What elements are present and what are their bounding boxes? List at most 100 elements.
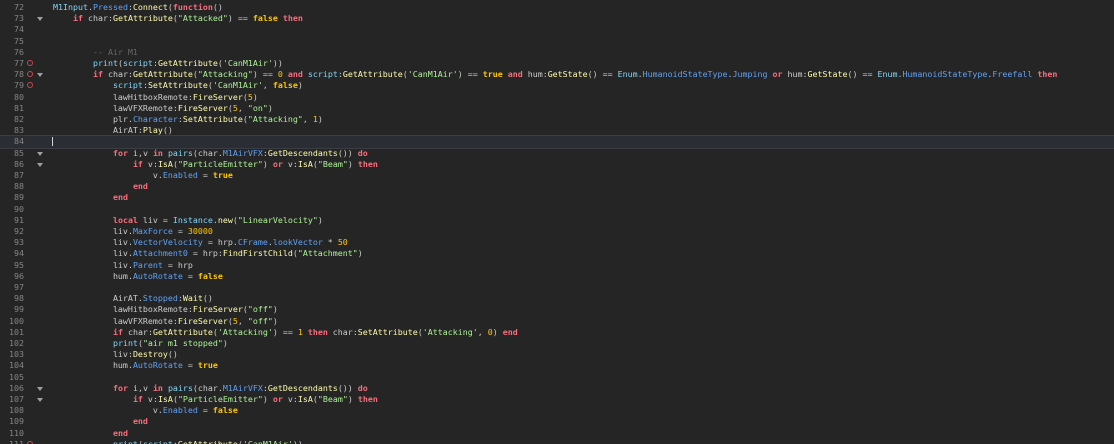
- code-token: FireServer: [192, 304, 243, 315]
- code-line[interactable]: 108 v.Enabled = false: [0, 405, 1114, 416]
- code-line[interactable]: 95 liv.Parent = hrp: [0, 260, 1114, 271]
- code-token: or: [272, 394, 283, 404]
- code-line[interactable]: 76 -- Air M1: [0, 47, 1114, 58]
- code-line[interactable]: 82 plr.Character:SetAttribute("Attacking…: [0, 114, 1114, 125]
- breakpoint-icon[interactable]: [27, 71, 33, 78]
- line-number: 92: [14, 226, 24, 236]
- code-line[interactable]: 98 AirAT.Stopped:Wait(): [0, 293, 1114, 304]
- code-token: ) ==: [457, 69, 483, 80]
- code-line[interactable]: 85 for i,v in pairs(char.M1AirVFX:GetDes…: [0, 148, 1114, 159]
- code-token: 50: [337, 237, 348, 248]
- line-number: 77: [14, 58, 24, 68]
- code-token: -- Air M1: [92, 46, 138, 57]
- code-line[interactable]: 96 hum.AutoRotate = false: [0, 271, 1114, 282]
- code-token: lawVFXRemote: [53, 102, 173, 113]
- code-token: lawHitboxRemote: [53, 304, 188, 315]
- code-token: and: [507, 69, 523, 80]
- code-line[interactable]: 88 end: [0, 181, 1114, 192]
- code-line[interactable]: 80 lawHitboxRemote:FireServer(5): [0, 92, 1114, 103]
- code-line[interactable]: 90: [0, 204, 1114, 215]
- code-token: 'CanM1Air': [212, 80, 263, 91]
- code-token: ): [262, 158, 273, 169]
- code-line[interactable]: 101 if char:GetAttribute('Attacking') ==…: [0, 327, 1114, 338]
- code-line[interactable]: 102 print("air m1 stopped"): [0, 338, 1114, 349]
- code-token: Enum: [877, 69, 898, 80]
- code-token: GetDescendants: [267, 382, 338, 393]
- code-line[interactable]: 93 liv.VectorVelocity = hrp.CFrame.lookV…: [0, 237, 1114, 248]
- code-token: Connect: [132, 2, 168, 12]
- code-text: M1Input.Pressed:Connect(function(): [53, 2, 223, 13]
- code-line[interactable]: 84: [0, 135, 1114, 149]
- code-token: AirAT: [53, 125, 138, 136]
- code-token: ): [222, 338, 228, 348]
- code-line[interactable]: 83 AirAT:Play(): [0, 125, 1114, 136]
- code-token: if: [72, 13, 83, 24]
- code-token: () ==: [847, 69, 878, 80]
- code-line[interactable]: 78 if char:GetAttribute("Attacking") == …: [0, 69, 1114, 80]
- code-token: GetAttribute: [157, 58, 218, 68]
- code-line[interactable]: 75: [0, 36, 1114, 47]
- code-token: "LinearVelocity": [237, 214, 318, 225]
- breakpoint-icon[interactable]: [27, 60, 33, 66]
- line-number: 101: [9, 326, 24, 337]
- code-line[interactable]: 105: [0, 372, 1114, 383]
- code-line[interactable]: 79 script:SetAttribute('CanM1Air', false…: [0, 80, 1114, 91]
- code-line[interactable]: 72 M1Input.Pressed:Connect(function(): [0, 2, 1114, 13]
- fold-arrow-icon[interactable]: [37, 17, 43, 22]
- code-line[interactable]: 92 liv.MaxForce = 30000: [0, 226, 1114, 237]
- line-number: 110: [9, 427, 24, 438]
- fold-arrow-icon[interactable]: [37, 398, 43, 402]
- code-token: SetAttribute: [147, 80, 208, 91]
- code-line[interactable]: 103 liv:Destroy(): [0, 349, 1114, 360]
- code-line[interactable]: 107 if v:IsA("ParticleEmitter") or v:IsA…: [0, 394, 1114, 405]
- fold-arrow-icon[interactable]: [37, 73, 43, 78]
- code-text: if v:IsA("ParticleEmitter") or v:IsA("Be…: [53, 159, 378, 170]
- code-line[interactable]: 94 liv.Attachment0 = hrp:FindFirstChild(…: [0, 248, 1114, 259]
- code-line[interactable]: 86 if v:IsA("ParticleEmitter") or v:IsA(…: [0, 159, 1114, 170]
- code-token: "Beam": [317, 158, 348, 169]
- fold-arrow-icon[interactable]: [37, 151, 43, 156]
- line-number: 99: [14, 304, 24, 315]
- code-line[interactable]: 77 print(script:GetAttribute('CanM1Air')…: [0, 58, 1114, 69]
- code-editor[interactable]: 72 M1Input.Pressed:Connect(function() 73 i…: [0, 0, 1114, 444]
- code-token: false: [252, 13, 278, 24]
- code-line[interactable]: 106 for i,v in pairs(char.M1AirVFX:GetDe…: [0, 383, 1114, 394]
- code-line[interactable]: 87 v.Enabled = true: [0, 170, 1114, 181]
- code-line[interactable]: 97: [0, 282, 1114, 293]
- fold-arrow-icon[interactable]: [37, 386, 43, 391]
- code-token: Instance: [172, 214, 213, 225]
- code-token: GetAttribute: [112, 13, 173, 24]
- code-line[interactable]: 109 end: [0, 416, 1114, 427]
- code-token: Play: [142, 125, 163, 136]
- code-line[interactable]: 104 hum.AutoRotate = true: [0, 360, 1114, 371]
- breakpoint-icon[interactable]: [27, 82, 33, 89]
- code-token: IsA: [297, 394, 313, 404]
- code-token: *: [322, 237, 338, 248]
- code-line[interactable]: 100 lawVFXRemote:FireServer(5, "off"): [0, 316, 1114, 327]
- code-line[interactable]: 110 end: [0, 428, 1114, 439]
- code-token: lookVector: [272, 237, 323, 248]
- code-token: lawHitboxRemote: [53, 91, 188, 102]
- code-line[interactable]: 73 if char:GetAttribute("Attacked") == f…: [0, 13, 1114, 24]
- code-text: lawVFXRemote:FireServer(5, "off"): [53, 316, 278, 327]
- code-token: GetAttribute: [342, 69, 403, 80]
- fold-arrow-icon[interactable]: [37, 162, 43, 167]
- code-token: SetAttribute: [357, 326, 418, 337]
- code-token: if: [92, 69, 103, 80]
- code-line[interactable]: 81 lawVFXRemote:FireServer(5, "on"): [0, 103, 1114, 114]
- code-text: liv:Destroy(): [53, 349, 178, 360]
- code-line[interactable]: 89 end: [0, 192, 1114, 203]
- code-token: liv: [53, 237, 128, 248]
- code-line[interactable]: 74: [0, 24, 1114, 35]
- code-text: AirAT:Play(): [53, 125, 173, 136]
- code-token: v: [142, 158, 153, 169]
- code-line[interactable]: 111 print(script:GetAttribute('CanM1Air'…: [0, 439, 1114, 444]
- code-token: ): [267, 102, 273, 113]
- code-token: true: [482, 69, 503, 80]
- code-token: =: [172, 226, 188, 236]
- line-number: 74: [14, 24, 24, 35]
- code-line[interactable]: 99 lawHitboxRemote:FireServer("off"): [0, 304, 1114, 315]
- code-line[interactable]: 91 local liv = Instance.new("LinearVeloc…: [0, 215, 1114, 226]
- code-token: GetState: [807, 69, 848, 80]
